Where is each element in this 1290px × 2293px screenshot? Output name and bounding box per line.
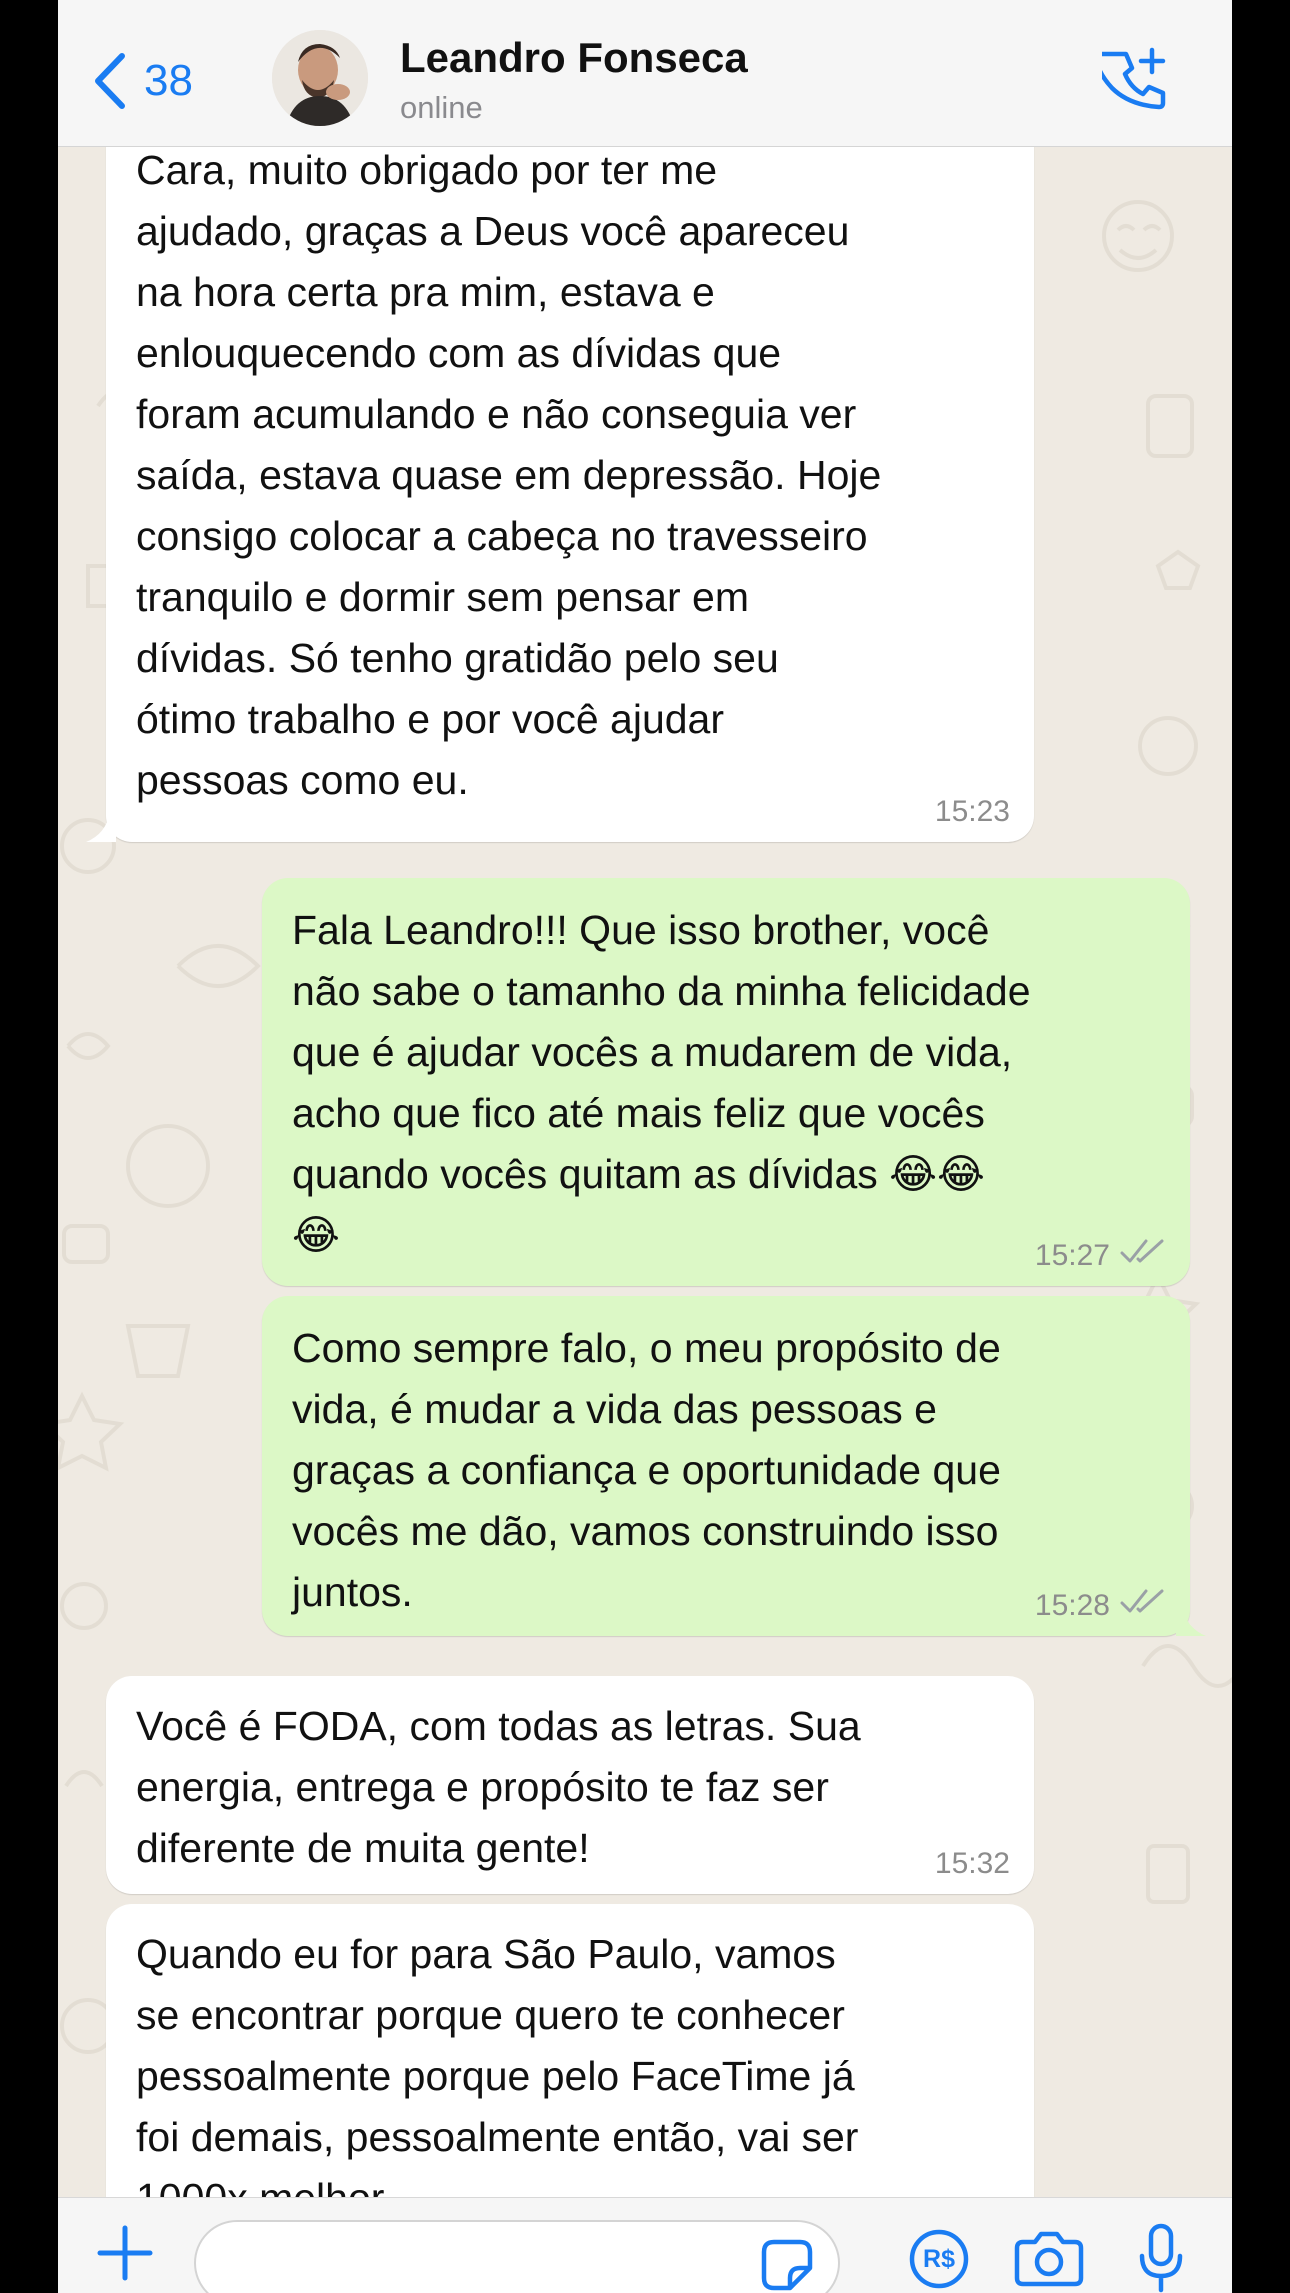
pay-rs-icon: R$ <box>908 2228 970 2290</box>
chat-window: 38 Leandro Fonseca online Cara, muito ob… <box>58 0 1232 2293</box>
message-time: 15:28 <box>1034 1589 1110 1622</box>
message-bubble-outgoing[interactable]: Fala Leandro!!! Que isso brother, você n… <box>262 878 1190 1286</box>
phone-add-icon <box>1093 47 1168 116</box>
camera-icon <box>1013 2231 1085 2293</box>
message-bubble-outgoing[interactable]: Como sempre falo, o meu propósito de vid… <box>262 1296 1190 1636</box>
bubble-tail <box>86 812 116 842</box>
microphone-icon <box>1138 2223 1184 2293</box>
plus-icon <box>96 2225 154 2286</box>
message-bubble-incoming[interactable]: Cara, muito obrigado por ter me ajudado,… <box>106 118 1034 842</box>
message-text: Você é FODA, com todas as letras. Sua en… <box>136 1703 861 1871</box>
double-check-icon <box>1120 1588 1166 1624</box>
payment-button[interactable]: R$ <box>908 2228 970 2290</box>
message-input[interactable] <box>194 2220 840 2293</box>
message-bubble-incoming[interactable]: Você é FODA, com todas as letras. Sua en… <box>106 1676 1034 1894</box>
message-time: 15:23 <box>934 795 1010 828</box>
chevron-left-icon <box>92 52 128 110</box>
attach-button[interactable] <box>96 2224 154 2282</box>
message-input-bar: R$ <box>58 2197 1232 2293</box>
message-text: Cara, muito obrigado por ter me ajudado,… <box>136 147 882 803</box>
double-check-icon <box>1120 1238 1166 1274</box>
sticker-icon <box>760 2239 814 2293</box>
sticker-button[interactable] <box>760 2238 814 2292</box>
contact-status: online <box>400 90 483 125</box>
message-time: 15:27 <box>1034 1239 1110 1272</box>
contact-avatar[interactable] <box>272 30 368 126</box>
message-meta: 15:32 <box>935 1846 1010 1882</box>
contact-name[interactable]: Leandro Fonseca <box>400 34 748 82</box>
chat-header: 38 Leandro Fonseca online <box>58 0 1232 147</box>
camera-button[interactable] <box>1013 2228 1085 2290</box>
message-meta: 15:27 <box>1035 1238 1166 1274</box>
message-text: Quando eu for para São Paulo, vamos se e… <box>136 1931 859 2221</box>
microphone-button[interactable] <box>1138 2222 1184 2293</box>
bubble-tail <box>1176 1606 1206 1636</box>
back-button[interactable]: 38 <box>92 46 193 116</box>
message-text: Fala Leandro!!! Que isso brother, você n… <box>292 907 1031 1258</box>
unread-count: 38 <box>144 56 193 105</box>
screen: 38 Leandro Fonseca online Cara, muito ob… <box>0 0 1290 2293</box>
pay-label: R$ <box>923 2245 955 2273</box>
message-time: 15:32 <box>934 1847 1010 1880</box>
add-call-button[interactable] <box>1093 46 1168 112</box>
message-meta: 15:28 <box>1035 1588 1166 1624</box>
message-meta: 15:23 <box>935 794 1010 830</box>
message-text: Como sempre falo, o meu propósito de vid… <box>292 1325 1001 1615</box>
